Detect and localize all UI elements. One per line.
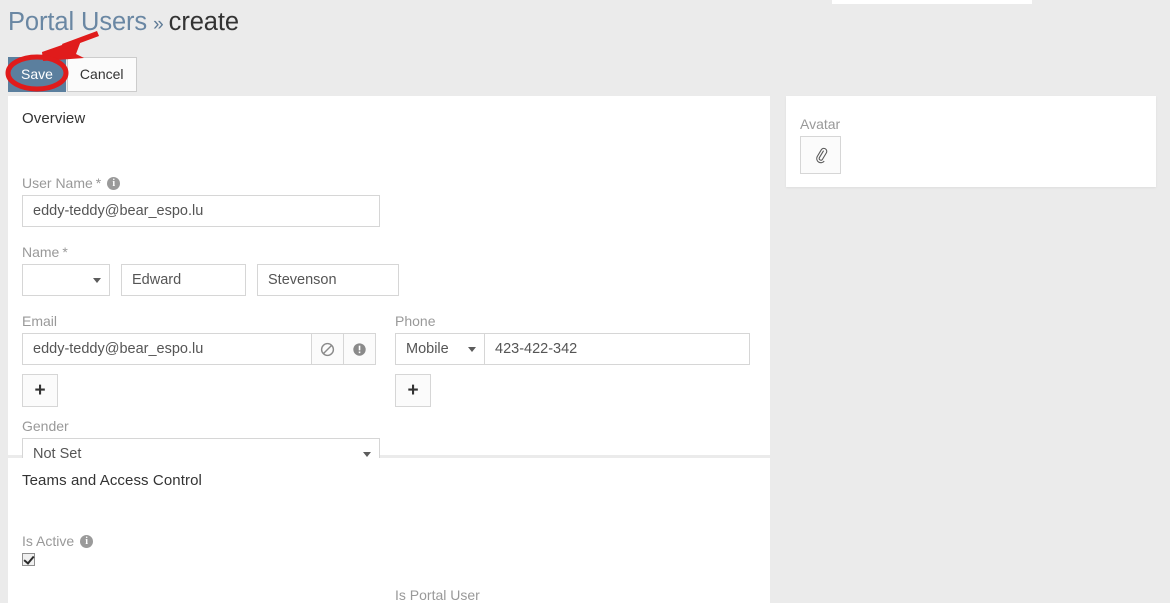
field-is-active-label-text: Is Active [22,533,75,549]
record-button-toolbar: Save Cancel [8,57,137,92]
phone-row: Mobile [395,333,750,365]
field-email: Email eddy-teddy@bear_espo.lu + [22,313,376,407]
required-marker: * [62,244,68,260]
field-user-name: User Name * i [22,175,380,227]
field-phone-label: Phone [395,313,436,329]
breadcrumb-link-portal-users[interactable]: Portal Users [8,8,147,37]
salutation-select[interactable] [22,264,110,296]
phone-type-select-wrap: Mobile [395,333,485,365]
field-avatar-label: Avatar [800,116,841,132]
email-input[interactable] [22,333,312,365]
panel-avatar-body: Avatar [786,96,1156,174]
cancel-button[interactable]: Cancel [66,57,137,92]
email-add-button[interactable]: + [22,374,58,407]
phone-add-button[interactable]: + [395,374,431,407]
user-name-input[interactable] [22,195,380,227]
phone-type-select[interactable]: Mobile [395,333,485,365]
exclamation-circle-icon [353,342,366,356]
last-name-input[interactable] [257,264,399,296]
field-user-name-label: User Name * i [22,175,380,191]
field-name-label-text: Name [22,244,60,260]
email-opt-out-button[interactable] [311,333,344,365]
field-phone: Phone Mobile + [395,313,750,407]
page-title: create [168,8,239,36]
panel-avatar: Avatar [786,96,1156,187]
info-icon[interactable]: i [107,176,121,190]
field-is-active-label: Is Active i [22,533,94,549]
field-is-portal-user-label: Is Portal User [395,587,480,603]
email-row [22,333,376,365]
avatar-attach-button[interactable] [800,136,841,174]
panel-teams-title: Teams and Access Control [22,472,202,489]
is-active-checkbox[interactable] [22,553,35,566]
required-marker: * [95,175,102,191]
paperclip-icon [815,147,827,164]
name-inputs-row [22,264,399,296]
field-gender-label: Gender [22,418,69,434]
breadcrumb-separator: » [153,14,164,35]
app-root: Portal Users » create Save Cancel Overvi… [0,0,1170,603]
field-is-portal-user: Is Portal User [395,587,480,603]
panel-teams-access-control: Teams and Access Control Is Active i Is … [8,458,770,603]
panel-overview: Overview User Name * i Name * [8,96,770,470]
cutoff-panel-strip [832,0,1032,4]
field-email-label: Email [22,313,58,329]
save-button[interactable]: Save [8,57,66,92]
field-is-active: Is Active i [22,533,94,571]
first-name-input[interactable] [121,264,246,296]
ban-icon [320,342,335,356]
field-name: Name * [22,244,399,296]
breadcrumb: Portal Users » create [8,8,239,42]
panel-overview-title: Overview [22,110,86,127]
field-user-name-label-text: User Name [22,175,93,191]
field-name-label: Name * [22,244,399,260]
email-invalid-button[interactable] [343,333,376,365]
info-icon[interactable]: i [80,534,94,548]
salutation-select-wrap [22,264,110,296]
phone-number-input[interactable] [484,333,750,365]
